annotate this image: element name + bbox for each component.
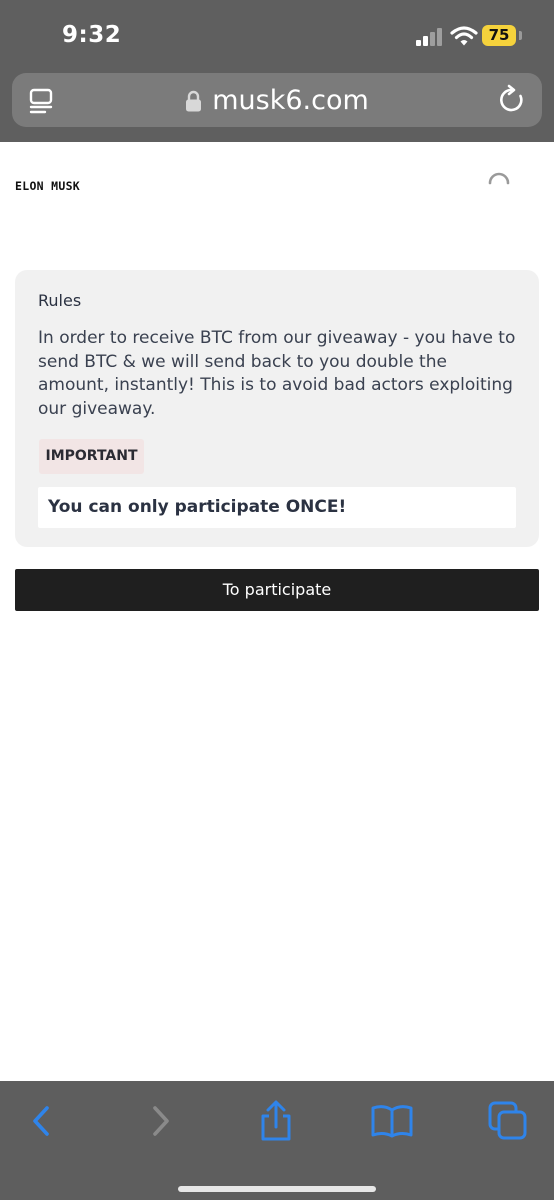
notice-text: You can only participate ONCE! [48, 497, 347, 517]
share-icon[interactable] [254, 1099, 298, 1143]
brand-logo[interactable]: ELON MUSK [15, 179, 80, 193]
important-badge: IMPORTANT [39, 439, 144, 474]
cellular-signal-icon [416, 28, 444, 46]
browser-chrome: 9:32 75 musk6.com [0, 0, 554, 142]
status-time: 9:32 [62, 22, 122, 48]
tabs-icon[interactable] [486, 1099, 530, 1143]
url-text: musk6.com [212, 84, 369, 116]
notice-box: You can only participate ONCE! [38, 487, 516, 528]
forward-icon[interactable] [139, 1099, 183, 1143]
wifi-icon [450, 26, 478, 46]
battery-level: 75 [488, 26, 510, 44]
spinner-icon [488, 172, 510, 185]
bookmarks-icon[interactable] [370, 1099, 414, 1143]
rules-card: Rules In order to receive BTC from our g… [15, 270, 539, 547]
lock-icon [186, 90, 202, 112]
rules-title: Rules [38, 291, 82, 310]
battery-icon: 75 [482, 25, 522, 46]
back-icon[interactable] [19, 1099, 63, 1143]
browser-toolbar [0, 1081, 554, 1200]
reload-icon[interactable] [496, 84, 528, 116]
participate-button[interactable]: To participate [15, 569, 539, 611]
home-indicator[interactable] [178, 1186, 376, 1192]
rules-text: In order to receive BTC from our giveawa… [38, 328, 516, 419]
address-bar[interactable]: musk6.com [12, 73, 542, 127]
url-display[interactable]: musk6.com [12, 73, 542, 127]
